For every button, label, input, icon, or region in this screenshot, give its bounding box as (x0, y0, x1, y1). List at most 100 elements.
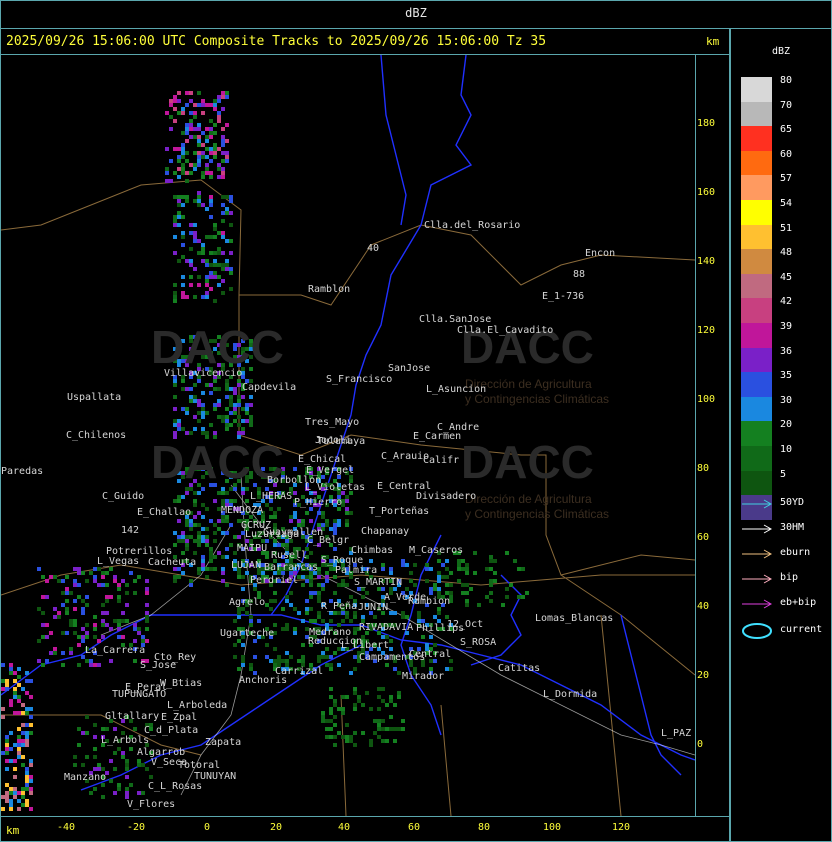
echo-pixel (325, 647, 329, 651)
echo-pixel (433, 643, 437, 647)
echo-pixel (201, 527, 205, 531)
radar-map[interactable]: DACC DACC DACC DACC Dirección de Agricul… (0, 54, 696, 817)
echo-pixel (213, 99, 217, 103)
echo-pixel (25, 691, 29, 695)
echo-pixel (241, 395, 245, 399)
place-label: L_Violetas (305, 482, 366, 493)
echo-pixel (133, 727, 137, 731)
echo-pixel (221, 159, 225, 163)
echo-pixel (201, 251, 205, 255)
echo-pixel (445, 591, 449, 595)
echo-pixel (177, 175, 181, 179)
y-tick-label: 160 (697, 187, 716, 198)
echo-pixel (437, 559, 441, 563)
echo-pixel (205, 567, 209, 571)
echo-pixel (253, 587, 257, 591)
y-tick-label: 140 (697, 256, 716, 267)
echo-pixel (445, 559, 449, 563)
echo-pixel (9, 731, 13, 735)
echo-pixel (277, 659, 281, 663)
echo-pixel (285, 659, 289, 663)
echo-pixel (197, 199, 201, 203)
echo-pixel (377, 735, 381, 739)
echo-pixel (333, 715, 337, 719)
echo-pixel (417, 615, 421, 619)
echo-pixel (129, 783, 133, 787)
echo-pixel (221, 167, 225, 171)
echo-pixel (333, 723, 337, 727)
echo-pixel (213, 107, 217, 111)
echo-pixel (277, 655, 281, 659)
echo-pixel (513, 559, 517, 563)
echo-pixel (225, 387, 229, 391)
echo-pixel (445, 667, 449, 671)
echo-pixel (125, 759, 129, 763)
echo-pixel (217, 247, 221, 251)
place-label: Cacheuta (148, 557, 197, 568)
echo-pixel (217, 519, 221, 523)
echo-pixel (29, 807, 33, 811)
place-label: L_Arboleda (167, 700, 228, 711)
x-tick-label: 40 (337, 822, 351, 833)
echo-pixel (165, 111, 169, 115)
echo-pixel (185, 127, 189, 131)
echo-pixel (325, 575, 329, 579)
echo-pixel (173, 215, 177, 219)
echo-pixel (241, 491, 245, 495)
echo-pixel (369, 743, 373, 747)
echo-pixel (209, 171, 213, 175)
echo-pixel (505, 551, 509, 555)
legend-level-label: 51 (780, 222, 793, 234)
echo-pixel (293, 467, 297, 471)
echo-pixel (301, 619, 305, 623)
legend-track-label: 50YD (780, 497, 805, 508)
place-label: S_Jose (140, 660, 177, 671)
echo-pixel (17, 755, 21, 759)
echo-pixel (217, 115, 221, 119)
echo-pixel (201, 415, 205, 419)
watermark-subtitle: y Contingencias Climáticas (465, 392, 610, 406)
echo-pixel (237, 415, 241, 419)
echo-pixel (309, 579, 313, 583)
echo-pixel (209, 235, 213, 239)
echo-pixel (81, 763, 85, 767)
echo-pixel (465, 599, 469, 603)
echo-pixel (265, 555, 269, 559)
echo-pixel (325, 663, 329, 667)
echo-pixel (217, 119, 221, 123)
echo-pixel (221, 531, 225, 535)
echo-pixel (189, 127, 193, 131)
echo-pixel (37, 639, 41, 643)
echo-pixel (189, 171, 193, 175)
echo-pixel (269, 607, 273, 611)
echo-pixel (465, 571, 469, 575)
echo-pixel (173, 419, 177, 423)
echo-pixel (217, 387, 221, 391)
echo-pixel (209, 287, 213, 291)
echo-pixel (5, 743, 9, 747)
echo-pixel (29, 707, 33, 711)
echo-pixel (381, 727, 385, 731)
echo-pixel (349, 671, 353, 675)
echo-pixel (201, 111, 205, 115)
echo-pixel (213, 251, 217, 255)
legend-level-label: 54 (780, 198, 793, 209)
echo-pixel (61, 591, 65, 595)
x-tick-label: 120 (611, 822, 631, 833)
echo-pixel (41, 623, 45, 627)
echo-pixel (209, 271, 213, 275)
place-label: Barrancas (264, 562, 319, 573)
echo-pixel (225, 239, 229, 243)
place-label: LUJAN (231, 560, 262, 571)
echo-pixel (217, 527, 221, 531)
echo-pixel (21, 763, 25, 767)
echo-pixel (289, 591, 293, 595)
echo-pixel (117, 635, 121, 639)
legend-level-label: 60 (780, 148, 793, 160)
echo-pixel (193, 223, 197, 227)
echo-pixel (317, 615, 321, 619)
echo-pixel (65, 587, 69, 591)
echo-pixel (437, 591, 441, 595)
echo-pixel (45, 579, 49, 583)
echo-pixel (393, 739, 397, 743)
